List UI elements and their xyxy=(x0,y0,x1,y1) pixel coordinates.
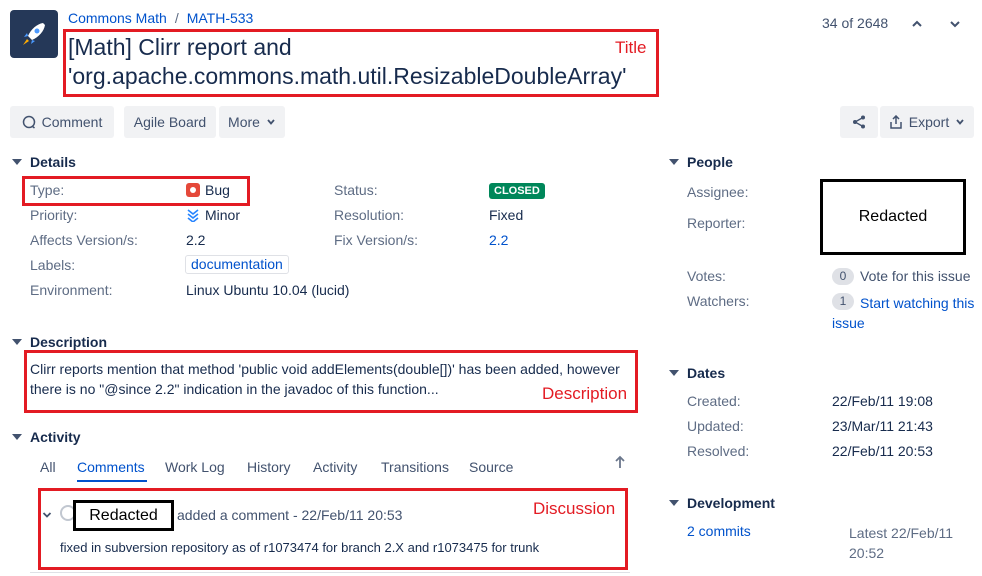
discussion-annotation-label: Discussion xyxy=(533,499,616,518)
latest-commit-line-2: 20:52 xyxy=(849,545,885,561)
resolution-value: Fixed xyxy=(489,207,524,223)
tab-history[interactable]: History xyxy=(247,459,291,475)
sort-arrow-up-icon[interactable] xyxy=(614,455,626,469)
collapse-icon xyxy=(12,339,22,345)
dates-heading-label: Dates xyxy=(687,365,726,381)
more-button-label: More xyxy=(228,114,260,130)
title-annotation-box xyxy=(63,29,659,97)
development-heading-label: Development xyxy=(687,495,775,511)
details-heading[interactable]: Details xyxy=(12,154,76,170)
issue-pager: 34 of 2648 xyxy=(822,15,889,31)
environment-label: Environment: xyxy=(30,282,113,298)
share-button[interactable] xyxy=(840,106,878,138)
commits-link[interactable]: 2 commits xyxy=(687,523,751,539)
collapse-icon xyxy=(669,159,679,165)
start-watching-link[interactable]: Start watching this issue xyxy=(832,293,974,333)
more-button[interactable]: More xyxy=(219,106,285,138)
agile-board-button-label: Agile Board xyxy=(133,114,207,130)
people-heading[interactable]: People xyxy=(669,154,733,170)
label-tag[interactable]: documentation xyxy=(185,255,289,274)
priority-minor-icon xyxy=(187,209,199,222)
export-button-label: Export xyxy=(908,114,950,130)
tab-source[interactable]: Source xyxy=(469,459,513,475)
affects-version-value: 2.2 xyxy=(186,232,206,248)
breadcrumb: Commons Math / MATH-533 xyxy=(68,10,253,26)
tab-all[interactable]: All xyxy=(40,459,56,475)
breadcrumb-separator: / xyxy=(174,10,179,26)
project-avatar[interactable] xyxy=(10,10,58,58)
comment-icon xyxy=(22,115,35,129)
start-watching-line-2: issue xyxy=(832,315,865,331)
resolved-value: 22/Feb/11 20:53 xyxy=(832,443,933,459)
tab-active-underline xyxy=(77,480,147,482)
dates-heading[interactable]: Dates xyxy=(669,365,725,381)
title-annotation-label: Title xyxy=(615,38,647,57)
collapse-icon xyxy=(12,159,22,165)
status-label: Status: xyxy=(334,182,378,198)
tab-work-log[interactable]: Work Log xyxy=(165,459,225,475)
development-heading[interactable]: Development xyxy=(669,495,775,511)
export-button[interactable]: Export xyxy=(880,106,974,138)
updated-value: 23/Mar/11 21:43 xyxy=(832,418,933,434)
created-label: Created: xyxy=(687,393,741,409)
collapse-icon xyxy=(669,370,679,376)
activity-heading[interactable]: Activity xyxy=(12,429,81,445)
chevron-down-icon[interactable] xyxy=(949,18,961,30)
reporter-label: Reporter: xyxy=(687,215,746,231)
people-heading-label: People xyxy=(687,154,733,170)
export-icon xyxy=(890,115,902,129)
description-heading-label: Description xyxy=(30,334,108,350)
watchers-label: Watchers: xyxy=(687,293,750,309)
people-redacted-box: Redacted xyxy=(820,179,966,255)
description-heading[interactable]: Description xyxy=(12,334,107,350)
tab-transitions[interactable]: Transitions xyxy=(381,459,449,475)
resolved-label: Resolved: xyxy=(687,443,750,459)
share-icon xyxy=(853,115,865,129)
start-watching-line-1: Start watching this xyxy=(860,295,975,311)
resolution-label: Resolution: xyxy=(334,207,405,223)
collapse-icon xyxy=(12,434,22,440)
comment-divider xyxy=(30,572,630,573)
collapse-icon xyxy=(669,500,679,506)
affects-version-label: Affects Version/s: xyxy=(30,232,138,248)
tab-activity[interactable]: Activity xyxy=(313,459,357,475)
breadcrumb-issue-key[interactable]: MATH-533 xyxy=(187,10,254,26)
labels-label: Labels: xyxy=(30,257,76,273)
chevron-down-icon xyxy=(267,119,275,125)
comment-button[interactable]: Comment xyxy=(10,106,114,138)
assignee-label: Assignee: xyxy=(687,184,749,200)
votes-label: Votes: xyxy=(687,268,726,284)
fix-version-label: Fix Version/s: xyxy=(334,232,419,248)
people-redacted-label: Redacted xyxy=(858,208,928,225)
tab-comments[interactable]: Comments xyxy=(77,459,145,475)
updated-label: Updated: xyxy=(687,418,744,434)
priority-value-text: Minor xyxy=(205,207,241,223)
agile-board-button[interactable]: Agile Board xyxy=(124,106,216,138)
breadcrumb-project[interactable]: Commons Math xyxy=(68,10,167,26)
environment-value: Linux Ubuntu 10.04 (lucid) xyxy=(186,282,350,298)
vote-for-issue[interactable]: Vote for this issue xyxy=(860,268,971,284)
chevron-down-icon xyxy=(956,119,964,125)
votes-count-badge: 0 xyxy=(832,268,854,285)
rocket-icon xyxy=(23,23,45,45)
details-heading-label: Details xyxy=(30,154,76,170)
priority-label: Priority: xyxy=(30,207,78,223)
comment-button-label: Comment xyxy=(41,114,103,130)
created-value: 22/Feb/11 19:08 xyxy=(832,393,933,409)
activity-heading-label: Activity xyxy=(30,429,81,445)
chevron-up-icon[interactable] xyxy=(911,18,923,30)
description-annotation-label: Description xyxy=(542,384,628,403)
type-annotation-box xyxy=(22,176,250,206)
priority-value: Minor xyxy=(186,207,240,223)
latest-commit-date: Latest 22/Feb/11 20:52 xyxy=(849,523,953,563)
fix-version-link[interactable]: 2.2 xyxy=(489,232,508,248)
latest-commit-line-1: Latest 22/Feb/11 xyxy=(849,525,954,541)
status-badge: CLOSED xyxy=(489,183,545,199)
